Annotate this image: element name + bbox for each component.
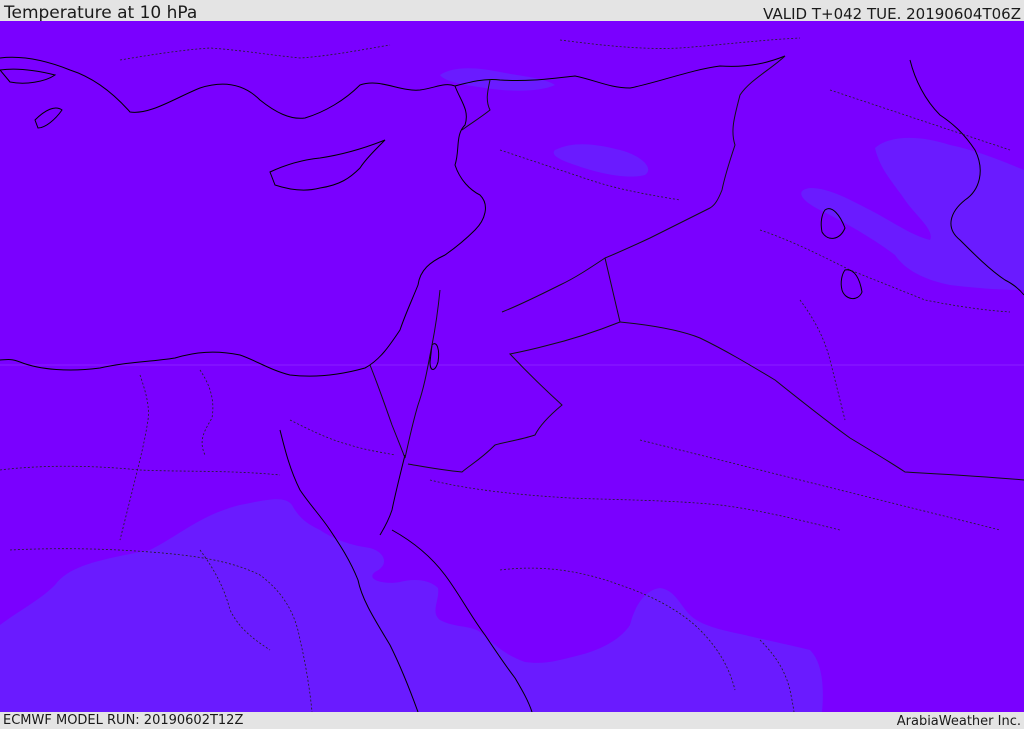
map-footer: ECMWF MODEL RUN: 20190602T12Z ArabiaWeat… [0,712,1024,729]
credit-label: ArabiaWeather Inc. [896,714,1021,729]
model-run-label: ECMWF MODEL RUN: 20190602T12Z [3,713,244,728]
temperature-map [0,21,1024,712]
weather-map-page: Temperature at 10 hPa VALID T+042 TUE. 2… [0,0,1024,729]
map-header: Temperature at 10 hPa VALID T+042 TUE. 2… [0,0,1024,23]
map-title: Temperature at 10 hPa [4,3,198,23]
